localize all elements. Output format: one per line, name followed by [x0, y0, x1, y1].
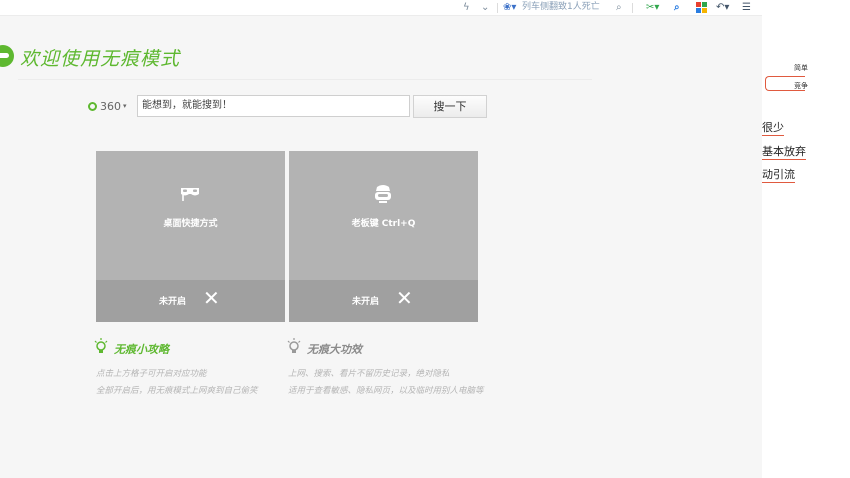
tile-body[interactable]: 老板键 Ctrl+Q [289, 151, 478, 280]
incognito-logo-icon [0, 45, 14, 67]
effects-line: 上网、搜索、看片不留历史记录，绝对隐私 [288, 369, 450, 379]
tile-boss-key[interactable]: 老板键 Ctrl+Q 未开启 ✕ [289, 151, 478, 322]
browser-toolbar: ϟ ⌄ ❀▾ 列车侧翻致1人死亡 ⌕ ✂▾ ⌕ ↶▾ ☰ [0, 0, 762, 16]
search-engine-selector[interactable]: 360 ▾ [88, 99, 127, 114]
find-magnifier-icon[interactable]: ⌕ [674, 0, 680, 15]
lightning-icon[interactable]: ϟ [463, 0, 470, 15]
tile-status-bar[interactable]: 未开启 ✕ [289, 280, 478, 322]
side-note-item: 基本放弃 [762, 145, 806, 160]
title-divider [18, 79, 592, 80]
search-icon[interactable]: ⌕ [616, 0, 622, 15]
tile-label: 老板键 Ctrl+Q [351, 219, 416, 229]
tile-desktop-shortcut[interactable]: 桌面快捷方式 未开启 ✕ [96, 151, 285, 322]
side-note-simple: 简单 [794, 64, 808, 72]
tile-body[interactable]: 桌面快捷方式 [96, 151, 285, 280]
close-icon[interactable]: ✕ [203, 285, 220, 311]
effects-title: 无痕大功效 [307, 343, 362, 356]
chevron-down-icon: ▾ [123, 102, 127, 110]
tile-status-bar[interactable]: 未开启 ✕ [96, 280, 285, 322]
toolbar-divider [497, 3, 498, 13]
chevron-down-icon[interactable]: ⌄ [481, 0, 489, 15]
search-button[interactable]: 搜一下 [413, 95, 487, 118]
tips-line: 点击上方格子可开启对应功能 [96, 369, 207, 379]
screenshot-scissor-icon[interactable]: ✂▾ [646, 0, 659, 15]
engine-logo-icon [88, 102, 97, 111]
boss-key-icon [375, 185, 391, 203]
tile-status: 未开启 [159, 297, 187, 307]
side-note-item: 动引流 [762, 168, 795, 183]
engine-label: 360 [100, 100, 121, 113]
lightbulb-icon [94, 338, 108, 353]
mask-icon [181, 188, 199, 201]
lightbulb-icon [287, 338, 301, 353]
apps-grid-icon[interactable] [696, 2, 707, 13]
menu-icon[interactable]: ☰ [742, 0, 751, 15]
news-ticker[interactable]: 列车侧翻致1人死亡 [522, 0, 600, 15]
effects-line: 适用于查看敏感、隐私网页，以及临时用别人电脑等 [288, 386, 484, 396]
side-note-compete: 竞争 [794, 82, 808, 90]
close-icon[interactable]: ✕ [396, 285, 413, 311]
tips-title: 无痕小攻略 [114, 343, 169, 356]
page-title: 欢迎使用无痕模式 [20, 48, 181, 70]
tile-status: 未开启 [352, 297, 380, 307]
baidu-paw-icon[interactable]: ❀▾ [503, 0, 516, 15]
tips-line: 全部开启后，用无痕模式上网爽到自己偷笑 [96, 386, 258, 396]
search-input[interactable]: 能想到，就能搜到！ [137, 95, 410, 117]
browser-content: ϟ ⌄ ❀▾ 列车侧翻致1人死亡 ⌕ ✂▾ ⌕ ↶▾ ☰ 欢迎使用无痕模式 36… [0, 0, 762, 478]
side-note-item: 很少 [762, 121, 784, 136]
screen: ϟ ⌄ ❀▾ 列车侧翻致1人死亡 ⌕ ✂▾ ⌕ ↶▾ ☰ 欢迎使用无痕模式 36… [0, 0, 850, 478]
toolbar-divider [632, 3, 633, 13]
undo-close-tab-icon[interactable]: ↶▾ [716, 0, 729, 15]
tile-label: 桌面快捷方式 [163, 219, 218, 229]
